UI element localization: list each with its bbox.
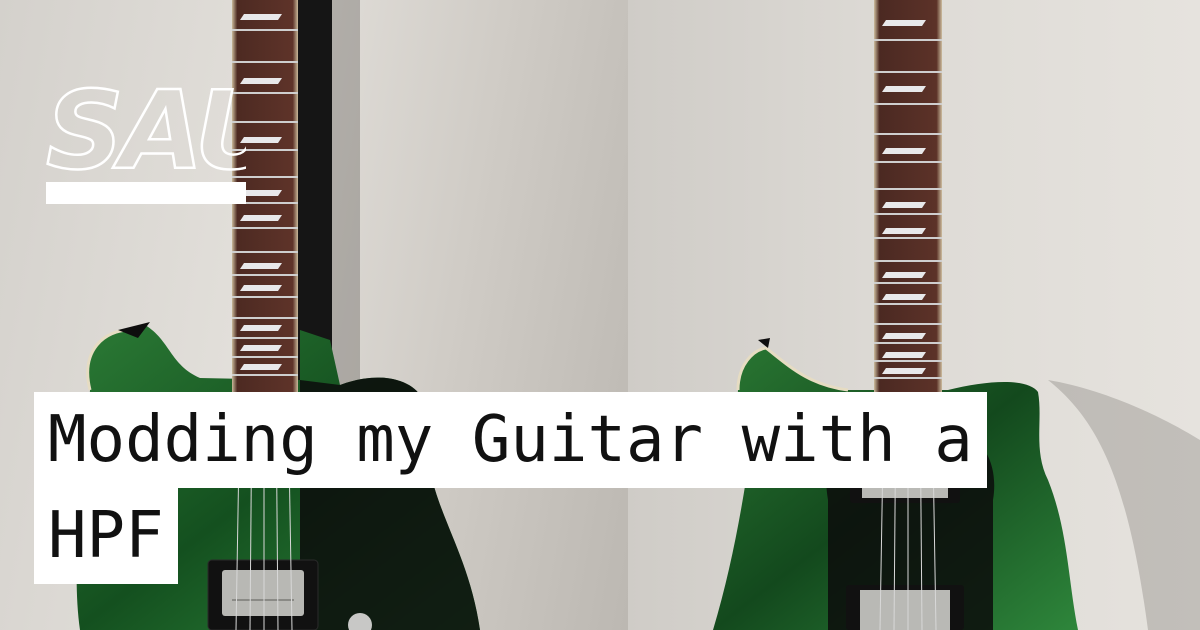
sauce-logo[interactable]: SAUCE: [46, 50, 246, 204]
logo-underline: [46, 182, 246, 204]
logo-text: SAUCE: [46, 69, 246, 180]
guitar-right-illustration: [713, 0, 1200, 630]
sauce-logo-wordmark: SAUCE: [46, 68, 246, 180]
post-title-line-2: HPF: [34, 488, 178, 584]
og-card: SAUCE Modding my Guitar with a HPF: [0, 0, 1200, 630]
post-title-line-1: Modding my Guitar with a: [34, 392, 987, 488]
guitar-photo-right: [628, 0, 1200, 630]
